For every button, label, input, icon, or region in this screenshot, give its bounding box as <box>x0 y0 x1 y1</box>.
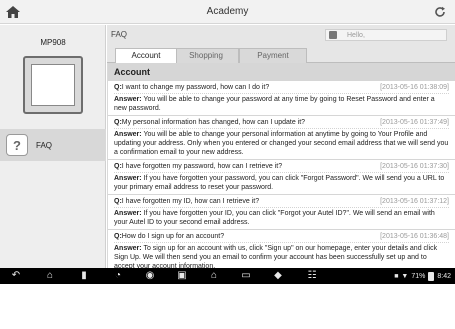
diagnostics-icon[interactable]: ☷ <box>306 270 318 282</box>
tab-payment[interactable]: Payment <box>239 48 307 63</box>
answer-label: Answer: <box>114 245 142 252</box>
faq-header: FAQ Hello, <box>107 25 455 45</box>
device-name: MP908 <box>40 38 66 47</box>
user-greeting: Hello, <box>325 29 447 41</box>
faq-entry: Q:My personal information has changed, h… <box>108 116 455 160</box>
wifi-icon: ▼ <box>401 272 409 280</box>
gallery-icon[interactable]: ▣ <box>176 270 188 282</box>
greeting-text: Hello, <box>347 31 365 39</box>
timestamp: [2013-05-16 01:37:30] <box>380 163 449 170</box>
clock: 8:42 <box>437 272 451 280</box>
tab-shopping[interactable]: Shopping <box>173 48 239 63</box>
device-sidebar: MP908 ? FAQ <box>0 25 106 268</box>
answer-label: Answer: <box>114 131 142 138</box>
browser-icon[interactable]: ◔ <box>112 270 124 282</box>
tablet-icon <box>23 56 83 114</box>
home-app-icon[interactable]: ⌂ <box>208 270 220 282</box>
answer-label: Answer: <box>114 175 142 182</box>
question-text: My personal information has changed, how… <box>121 119 306 126</box>
back-icon[interactable]: ↶ <box>10 270 22 282</box>
refresh-icon <box>435 6 445 17</box>
question-text: How do I sign up for an account? <box>121 233 225 240</box>
question-text: I have forgotten my password, how can I … <box>121 163 283 170</box>
notification-icon: ■ <box>394 272 399 280</box>
faq-entry: Q:I have forgotten my ID, how can I retr… <box>108 195 455 230</box>
vci-icon[interactable]: ▭ <box>240 270 252 282</box>
timestamp: [2013-05-16 01:36:48] <box>380 233 449 240</box>
timestamp: [2013-05-16 01:37:12] <box>380 198 449 205</box>
page-title: Academy <box>206 6 249 17</box>
tab-account[interactable]: Account <box>115 48 177 64</box>
answer-text: If you have forgotten your password, you… <box>114 175 445 191</box>
timestamp: [2013-05-16 01:37:49] <box>380 119 449 126</box>
faq-entry: Q:I have forgotten my password, how can … <box>108 160 455 195</box>
battery-level: 71% <box>411 272 426 280</box>
sidebar-item-label: FAQ <box>36 140 53 150</box>
faq-entry: Q:How do I sign up for an account? [2013… <box>108 230 455 268</box>
top-app-bar: Academy <box>0 0 455 24</box>
answer-text: If you have forgotten your ID, you can c… <box>114 210 435 226</box>
answer-text: You will be able to change your personal… <box>114 131 449 156</box>
refresh-button[interactable] <box>431 3 449 21</box>
section-title: Account <box>108 63 455 81</box>
home-icon[interactable]: ⌂ <box>44 270 56 282</box>
faq-header-title: FAQ <box>111 30 128 39</box>
system-nav-bar: ↶ ⌂ ▮ ◔ ◉ ▣ ⌂ ▭ ◆ ☷ ■ ▼ 71% 8:42 <box>0 268 455 284</box>
answer-label: Answer: <box>114 210 142 217</box>
recent-apps-icon[interactable]: ▮ <box>78 270 90 282</box>
answer-text: To sign up for an account with us, click… <box>114 245 438 268</box>
question-text: I have forgotten my ID, how can I retrie… <box>121 198 260 205</box>
camera-icon[interactable]: ◉ <box>144 270 156 282</box>
page-background <box>0 284 455 329</box>
question-text: I want to change my password, how can I … <box>121 84 270 91</box>
faq-entry: Q:I want to change my password, how can … <box>108 81 455 116</box>
user-icon <box>329 31 337 39</box>
car-icon[interactable]: ◆ <box>272 270 284 282</box>
answer-label: Answer: <box>114 96 142 103</box>
timestamp: [2013-05-16 01:38:09] <box>380 84 449 91</box>
faq-tabs: Shopping Payment Account <box>107 45 455 64</box>
battery-icon <box>428 271 435 281</box>
faq-panel: FAQ Hello, Shopping Payment Account Acco… <box>107 25 455 268</box>
question-icon: ? <box>6 134 28 156</box>
answer-text: You will be able to change your password… <box>114 96 435 112</box>
faq-content[interactable]: Account Q:I want to change my password, … <box>107 63 455 268</box>
sidebar-item-faq[interactable]: ? FAQ <box>0 129 106 161</box>
status-area: ■ ▼ 71% 8:42 <box>394 270 451 282</box>
